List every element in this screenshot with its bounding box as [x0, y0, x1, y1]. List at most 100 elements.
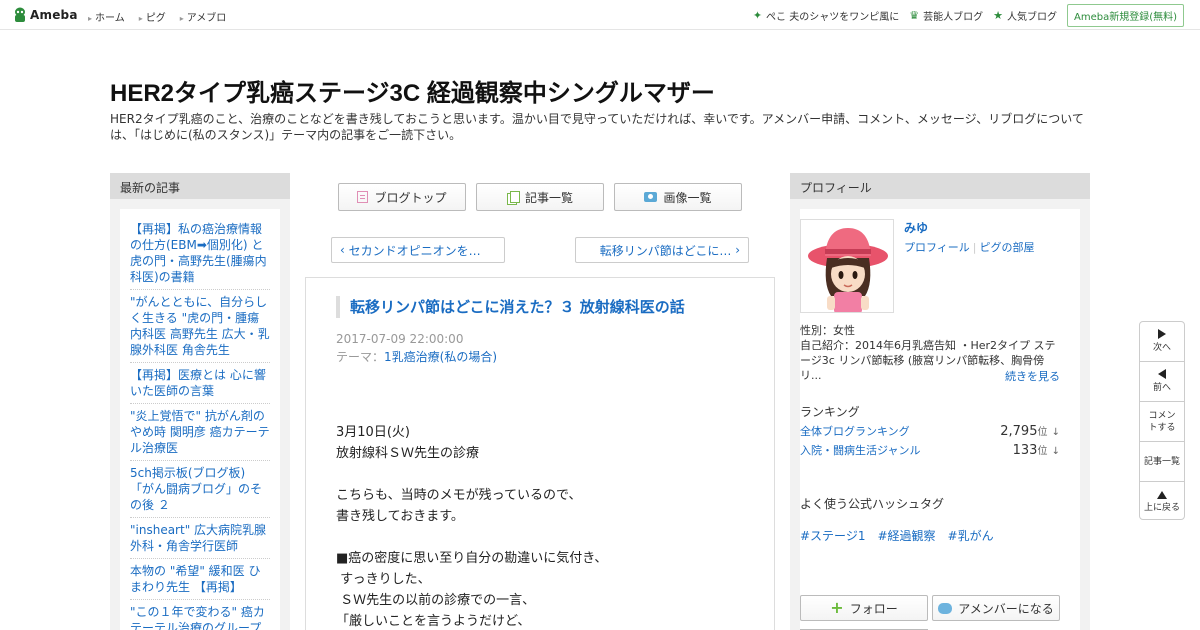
recent-article-link[interactable]: "炎上覚悟で" 抗がん剤のやめ時 関明彦 癌カテーテル治療医 — [130, 404, 270, 461]
nav-label: ピグ — [145, 13, 166, 24]
button-label: フォロー — [849, 601, 898, 616]
article-list-button[interactable]: 記事一覧 — [476, 183, 604, 211]
chevron-right-icon: › — [735, 243, 740, 257]
global-nav: ▸ ホーム ▸ ピグ ▸ アメブロ — [88, 9, 226, 24]
hashtag-heading: よく使う公式ハッシュタグ — [800, 497, 945, 511]
blog-top-button[interactable]: ブログトップ — [338, 183, 466, 211]
hashtag-link[interactable]: #ステージ1 — [800, 527, 865, 544]
menu-label: 次へ — [1152, 343, 1171, 353]
button-label: ブログトップ — [374, 190, 447, 205]
article: 転移リンパ節はどこに消えた？３ 放射線科医の話 2017-07-09 22:00… — [305, 277, 775, 630]
nav-label: アメブロ — [186, 13, 227, 24]
back-to-top-button[interactable]: 上に戻る — [1140, 482, 1184, 522]
header-link-label: ぺこ 夫のシャツをワンピ風に — [766, 11, 900, 23]
article-paragraph: 放射線科ＳＷ先生の診療 — [336, 446, 480, 461]
button-label: アメンバーになる — [958, 601, 1054, 616]
recent-article-link[interactable]: "がんとともに、自分らしく生きる "虎の門・腫瘍内科医 高野先生 広大・乳腺外科… — [130, 290, 270, 363]
main-column: ブログトップ 記事一覧 画像一覧 ‹ セカンドオピニオンを… 転移リンパ節はどこ… — [305, 173, 775, 630]
follow-button[interactable]: + フォロー — [800, 595, 928, 621]
menu-label: コメントする — [1148, 410, 1176, 433]
prev-arrow-icon — [1158, 369, 1166, 379]
profile-panel: プロフィール みゆ プロフィール | ピグの部屋 性別：女性 自己紹介：2014… — [790, 173, 1090, 630]
ranking-value: 133位 ↓ — [1013, 442, 1060, 458]
nav-home[interactable]: ▸ ホーム — [88, 9, 125, 24]
header-link-label: 芸能人ブログ — [923, 11, 984, 23]
article-title[interactable]: 転移リンパ節はどこに消えた？３ 放射線科医の話 — [336, 296, 685, 318]
recent-article-link[interactable]: 【再掲】医療とは 心に響いた医師の言葉 — [130, 363, 270, 404]
ameba-logo[interactable]: Ameba — [13, 7, 78, 23]
prev-button[interactable]: 前へ — [1140, 362, 1184, 402]
prev-article-link[interactable]: ‹ セカンドオピニオンを… — [331, 237, 505, 263]
article-paragraph — [336, 464, 756, 485]
profile-links: プロフィール | ピグの部屋 — [904, 239, 1035, 255]
header-link-celebrity-blog[interactable]: ♛ 芸能人ブログ — [909, 8, 983, 23]
trend-down-icon: ↓ — [1051, 446, 1060, 457]
recent-articles-heading: 最新の記事 — [110, 173, 290, 199]
ranking-row: 全体ブログランキング 2,795位 ↓ — [800, 423, 1060, 439]
sparkle-icon: ✦ — [752, 8, 763, 22]
ranking-unit: 位 — [1037, 427, 1048, 438]
article-body: 3月10日(火) 放射線科ＳＷ先生の診療 こちらも、当時のメモが残っているので、… — [336, 422, 756, 630]
ranking-number: 2,795 — [1000, 424, 1038, 439]
hashtag-link[interactable]: #乳がん — [948, 527, 994, 544]
avatar[interactable] — [800, 219, 894, 313]
ranking-label[interactable]: 入院・闘病生活ジャンル — [800, 442, 920, 458]
recent-article-link[interactable]: 【再掲】私の癌治療情報の仕方(EBM➡個別化) と虎の門・高野先生(腫瘍内科医)… — [130, 217, 270, 290]
header-link-popular-blog[interactable]: ★ 人気ブログ — [993, 8, 1057, 23]
menu-label: 記事一覧 — [1143, 456, 1180, 467]
ranking-row: 入院・闘病生活ジャンル 133位 ↓ — [800, 442, 1060, 458]
button-label: 画像一覧 — [663, 190, 712, 205]
article-paragraph: こちらも、当時のメモが残っているので、 — [336, 488, 582, 503]
recent-article-link[interactable]: "insheart" 広大病院乳腺外科・角舎学行医師 — [130, 518, 270, 559]
crown-icon: ♛ — [909, 8, 920, 22]
prev-article-label: セカンドオピニオンを… — [348, 243, 481, 258]
nav-label: ホーム — [95, 13, 125, 24]
next-button[interactable]: 次へ — [1140, 322, 1184, 362]
plus-icon: + — [830, 598, 844, 617]
header-link-featured[interactable]: ✦ ぺこ 夫のシャツをワンピ風に — [753, 8, 899, 23]
recent-article-link[interactable]: 5ch掲示板(ブログ板) 「がん闘病ブログ」のその後 ２ — [130, 461, 270, 518]
header-link-label: 人気ブログ — [1006, 11, 1057, 23]
article-theme: テーマ：1乳癌治療(私の場合) — [336, 348, 497, 365]
nav-ameblo[interactable]: ▸ アメブロ — [180, 9, 227, 24]
camera-icon — [644, 192, 658, 202]
signup-button[interactable]: Ameba新規登録(無料) — [1066, 3, 1184, 27]
nav-arrow-icon: ▸ — [179, 14, 184, 23]
nav-pigg[interactable]: ▸ ピグ — [139, 9, 166, 24]
recent-article-link[interactable]: "この１年で変わる" 癌カテーテル治療のグループ展開 関明彦医師 — [130, 600, 270, 630]
menu-label: 前へ — [1152, 383, 1171, 393]
profile-name[interactable]: みゆ — [904, 219, 928, 236]
comment-button[interactable]: コメントする — [1140, 402, 1184, 442]
ranking-value: 2,795位 ↓ — [1000, 423, 1060, 439]
menu-label: 上に戻る — [1143, 502, 1180, 513]
article-paragraph: 「厳しいことを言うようだけど、 — [336, 614, 531, 629]
become-member-button[interactable]: アメンバーになる — [932, 595, 1060, 621]
next-article-link[interactable]: 転移リンパ節はどこに… › — [575, 237, 749, 263]
pigg-room-link[interactable]: ピグの部屋 — [980, 241, 1035, 254]
article-paragraph: 書き残しておきます。 — [336, 509, 464, 524]
article-paragraph — [336, 527, 756, 548]
article-paragraph: ＳＷ先生の以前の診療での一言、 — [336, 593, 536, 608]
blog-title[interactable]: HER2タイプ乳癌ステージ3C 経過観察中シングルマザー — [110, 73, 715, 108]
article-paragraph: ■癌の密度に思い至り自分の勘違いに気付き、 — [336, 551, 608, 566]
theme-link[interactable]: 1乳癌治療(私の場合) — [384, 350, 497, 364]
button-label: 記事一覧 — [524, 190, 573, 205]
profile-card: みゆ プロフィール | ピグの部屋 性別：女性 自己紹介：2014年6月乳癌告知 ・… — [800, 209, 1080, 630]
recent-article-link[interactable]: 本物の "希望" 緩和医 ひまわり先生 【再掲】 — [130, 559, 270, 600]
next-arrow-icon — [1158, 329, 1166, 339]
recent-articles-list: 【再掲】私の癌治療情報の仕方(EBM➡個別化) と虎の門・高野先生(腫瘍内科医)… — [120, 209, 280, 630]
link-separator: | — [972, 241, 977, 254]
read-more-link[interactable]: 続きを見る — [1005, 368, 1060, 384]
hashtag-link[interactable]: #経過観察 — [877, 527, 935, 544]
nav-arrow-icon: ▸ — [88, 14, 93, 23]
ranking-label[interactable]: 全体ブログランキング — [800, 423, 910, 439]
hashtag-list: #ステージ1 #経過観察 #乳がん — [800, 527, 994, 544]
trend-down-icon: ↓ — [1051, 427, 1060, 438]
logo-text: Ameba — [30, 8, 78, 22]
article-list-side-button[interactable]: 記事一覧 — [1140, 442, 1184, 482]
image-list-button[interactable]: 画像一覧 — [614, 183, 742, 211]
global-header: Ameba ▸ ホーム ▸ ピグ ▸ アメブロ ✦ ぺこ 夫のシャツをワンピ風に ♛ … — [0, 0, 1200, 30]
profile-link[interactable]: プロフィール — [904, 241, 970, 254]
article-paragraph: すっきりした、 — [336, 572, 431, 587]
ranking-unit: 位 — [1037, 446, 1048, 457]
